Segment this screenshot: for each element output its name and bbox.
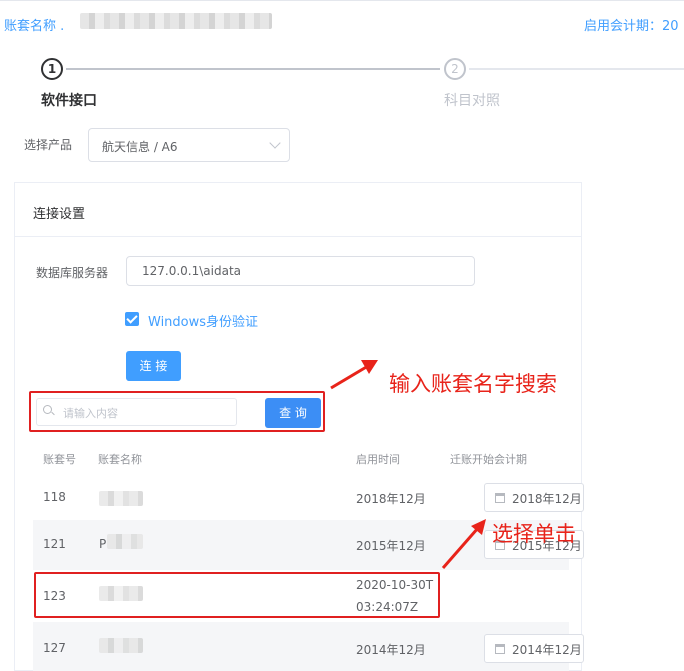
annotation-search-tip: 输入账套名字搜索 (389, 372, 557, 396)
arrow-line-row (441, 527, 480, 569)
annotation-arrows (330, 360, 486, 569)
arrow-line-search (330, 364, 369, 390)
annotation-select-tip: 选择单击 (492, 522, 576, 546)
